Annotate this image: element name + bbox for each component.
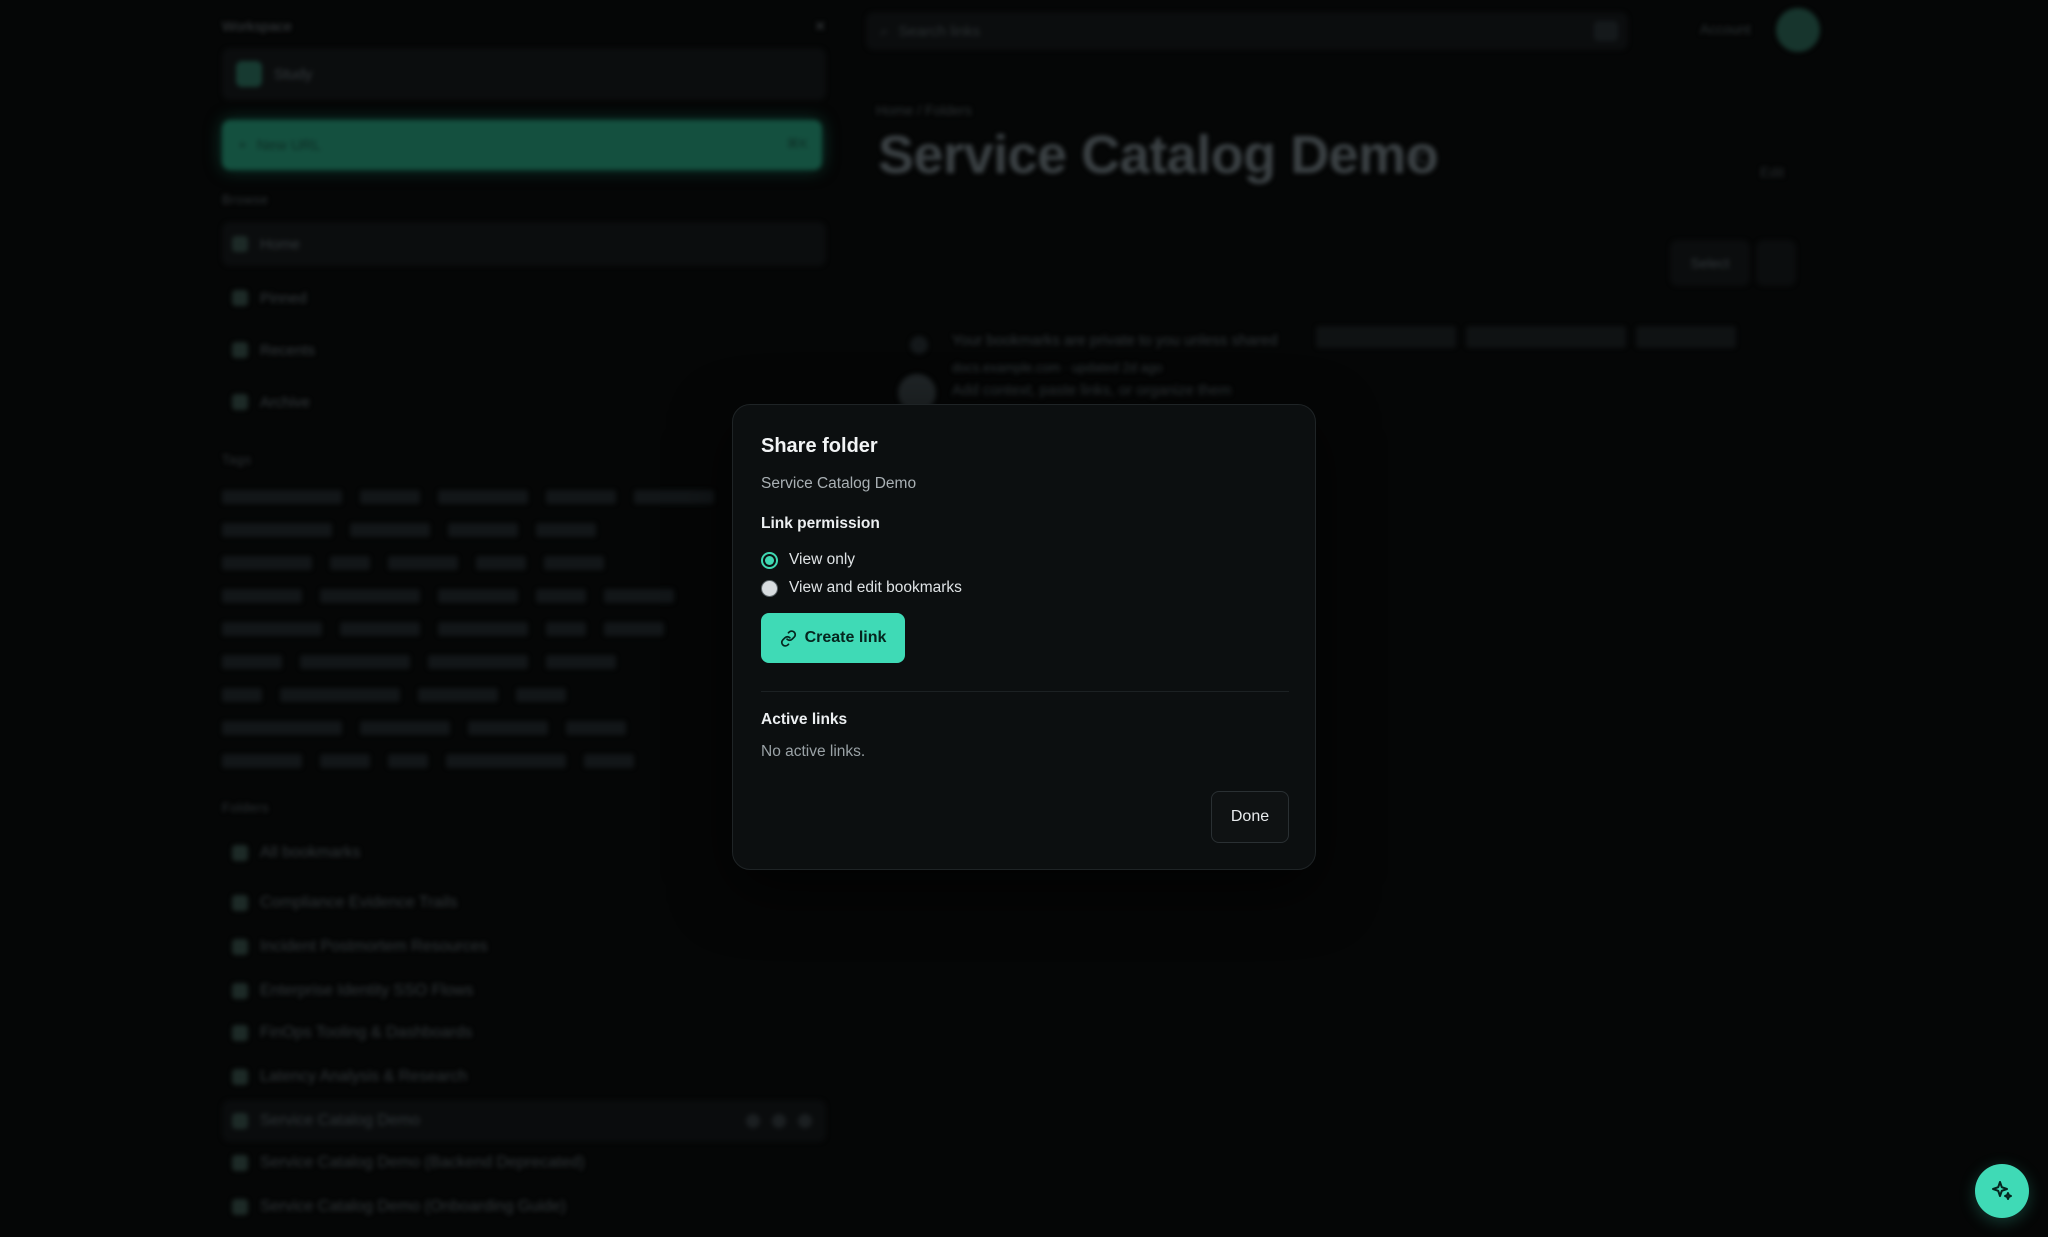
breadcrumb[interactable]: Home / Folders — [876, 102, 972, 118]
folder-item[interactable]: Latency Analysis & Research — [222, 1056, 826, 1098]
link-icon — [780, 629, 796, 647]
folder-label: All bookmarks — [260, 844, 361, 861]
radio-button[interactable] — [761, 579, 778, 597]
radio-view-and-edit[interactable]: View and edit bookmarks — [761, 577, 962, 599]
ai-assistant-button[interactable] — [1975, 1164, 2029, 1218]
user-name: Account — [1700, 21, 1751, 37]
folder-label: Service Catalog Demo (Backend Deprecated… — [260, 1154, 585, 1171]
search-icon: ⌕ — [880, 22, 889, 40]
radio-label: View only — [789, 551, 856, 568]
folder-item[interactable]: Incident Postmortem Resources — [222, 926, 826, 968]
folder-icon — [232, 895, 248, 911]
radio-button[interactable] — [761, 551, 778, 569]
archive-icon — [232, 394, 248, 410]
search-placeholder: Search links — [898, 22, 981, 40]
workspace-switcher[interactable]: Study — [222, 48, 826, 100]
sidebar-item-label: Recents — [260, 341, 316, 359]
plus-icon: + — [238, 136, 247, 154]
new-url-label: New URL — [256, 136, 321, 154]
new-url-button[interactable]: + New URL ⌘K — [222, 120, 822, 170]
sidebar-item-home[interactable]: Home — [222, 222, 826, 266]
sparkle-icon — [1992, 1181, 2012, 1200]
edit-icon[interactable] — [772, 1114, 786, 1128]
folder-item[interactable]: Service Catalog Demo (Backend Deprecated… — [222, 1142, 826, 1184]
shortcut-hint — [1594, 21, 1618, 41]
clock-icon — [232, 342, 248, 358]
dialog-subtitle: Service Catalog Demo — [761, 475, 917, 492]
folder-label: Latency Analysis & Research — [260, 1068, 468, 1085]
folder-label: Enterprise Identity SSO Flows — [260, 982, 474, 999]
folder-item[interactable]: Compliance Evidence Trails — [222, 882, 826, 924]
divider — [761, 691, 1289, 692]
avatar[interactable] — [1776, 8, 1820, 52]
home-icon — [232, 236, 248, 252]
sidebar-header-label: Workspace — [222, 18, 292, 34]
folder-label: Compliance Evidence Trails — [260, 894, 458, 911]
folder-icon — [232, 1025, 248, 1041]
folder-item[interactable]: Enterprise Identity SSO Flows — [222, 970, 826, 1012]
folder-item[interactable]: FinOps Tooling & Dashboards — [222, 1012, 826, 1054]
bookmark-favicon — [910, 336, 928, 354]
folder-label: Incident Postmortem Resources — [260, 938, 488, 955]
share-icon[interactable] — [746, 1114, 760, 1128]
link-permission-label: Link permission — [761, 515, 880, 532]
folder-label: Service Catalog Demo (Onboarding Guide) — [260, 1198, 566, 1215]
folder-icon — [232, 1069, 248, 1085]
folder-icon — [232, 939, 248, 955]
folder-item[interactable]: Service Catalog Demo (Onboarding Guide) — [222, 1186, 826, 1228]
sidebar-item-label: Archive — [260, 393, 311, 411]
more-options-button[interactable] — [1756, 240, 1796, 286]
bookmark-meta: docs.example.com · updated 2d ago — [952, 360, 1163, 375]
folder-icon — [232, 1199, 248, 1215]
app-root: Workspace ✕ Study + New URL ⌘K Browse Ho… — [0, 0, 2048, 1237]
share-folder-dialog: Share folder Service Catalog Demo Link p… — [732, 404, 1316, 870]
folder-label: Service Catalog Demo — [260, 1112, 421, 1129]
sidebar-item-label: Home — [260, 235, 301, 253]
radio-label: View and edit bookmarks — [789, 579, 962, 596]
select-button[interactable]: Select — [1670, 240, 1750, 286]
folder-item-active[interactable]: Service Catalog Demo — [222, 1100, 826, 1142]
share-icon[interactable]: < — [1412, 142, 1427, 173]
sidebar-header: Workspace ✕ — [222, 18, 826, 38]
bookmark-title[interactable]: Your bookmarks are private to you unless… — [952, 332, 1277, 349]
radio-view-only[interactable]: View only — [761, 549, 855, 571]
collapse-icon[interactable]: ✕ — [814, 18, 826, 35]
create-link-label: Create link — [804, 629, 887, 646]
folder-icon — [232, 845, 248, 861]
sidebar-item-label: Pinned — [260, 289, 307, 307]
folder-icon — [232, 1113, 248, 1129]
active-links-label: Active links — [761, 711, 848, 728]
bookmark-tag[interactable] — [1316, 326, 1456, 348]
create-link-button[interactable]: Create link — [761, 613, 905, 663]
edit-link[interactable]: Edit — [1760, 164, 1784, 180]
workspace-name: Study — [274, 65, 313, 83]
sidebar-item-recents[interactable]: Recents — [222, 328, 826, 372]
nav-section-label: Browse — [222, 192, 269, 207]
folders-section-label: Folders — [222, 800, 269, 815]
folder-actions — [746, 1114, 812, 1128]
active-links-empty-state: No active links. — [761, 743, 866, 760]
workspace-avatar — [236, 61, 262, 87]
search-input[interactable]: ⌕ Search links — [866, 12, 1628, 50]
more-icon[interactable] — [798, 1114, 812, 1128]
shortcut-hint: ⌘K — [786, 136, 808, 151]
folder-icon — [232, 1155, 248, 1171]
pin-icon — [232, 290, 248, 306]
sidebar-item-pinned[interactable]: Pinned — [222, 276, 826, 320]
folder-icon — [232, 983, 248, 999]
bookmark-tag[interactable] — [1636, 326, 1736, 348]
bookmark-description: Add context, paste links, or organize th… — [952, 382, 1232, 399]
done-button[interactable]: Done — [1211, 791, 1289, 843]
dialog-title: Share folder — [761, 435, 878, 457]
bookmark-tag[interactable] — [1466, 326, 1626, 348]
tags-section-label: Tags — [222, 452, 252, 467]
tag-cloud — [222, 480, 782, 780]
folder-label: FinOps Tooling & Dashboards — [260, 1024, 473, 1041]
page-title: Service Catalog Demo — [878, 125, 1439, 185]
